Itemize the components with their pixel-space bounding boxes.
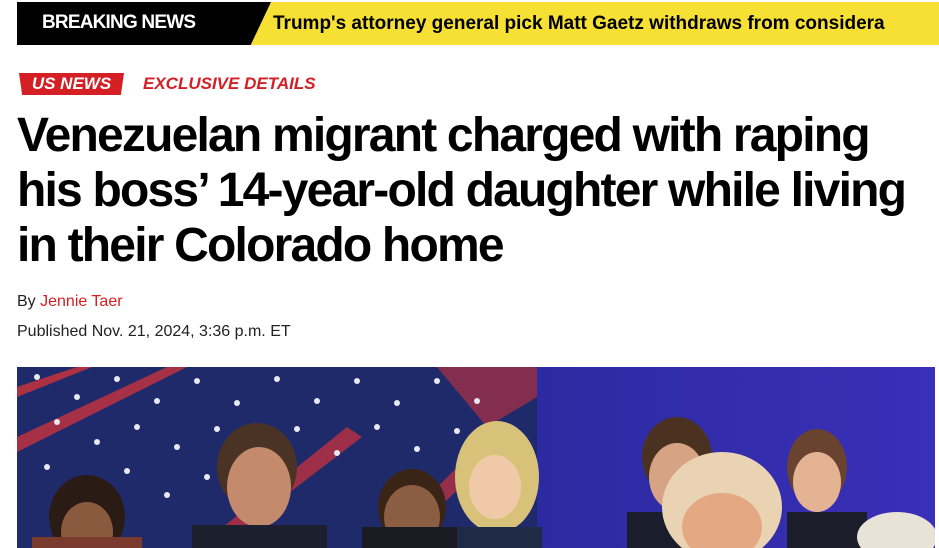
byline-prefix: By (17, 293, 36, 310)
byline: By Jennie Taer (17, 293, 123, 311)
breaking-news-label: BREAKING NEWS (17, 2, 271, 45)
author-link[interactable]: Jennie Taer (40, 293, 122, 310)
category-us-news-link[interactable]: US NEWS (19, 73, 124, 95)
breaking-news-label-text: BREAKING NEWS (42, 12, 196, 33)
ticker-headline-link[interactable]: Trump's attorney general pick Matt Gaetz… (273, 13, 885, 35)
subcategory-exclusive-link[interactable]: EXCLUSIVE DETAILS (143, 73, 316, 95)
published-date: Published Nov. 21, 2024, 3:36 p.m. ET (17, 323, 291, 340)
breaking-news-ticker: BREAKING NEWS Trump's attorney general p… (17, 2, 939, 45)
hero-image[interactable] (17, 367, 935, 548)
article-headline: Venezuelan migrant charged with raping h… (17, 109, 907, 272)
